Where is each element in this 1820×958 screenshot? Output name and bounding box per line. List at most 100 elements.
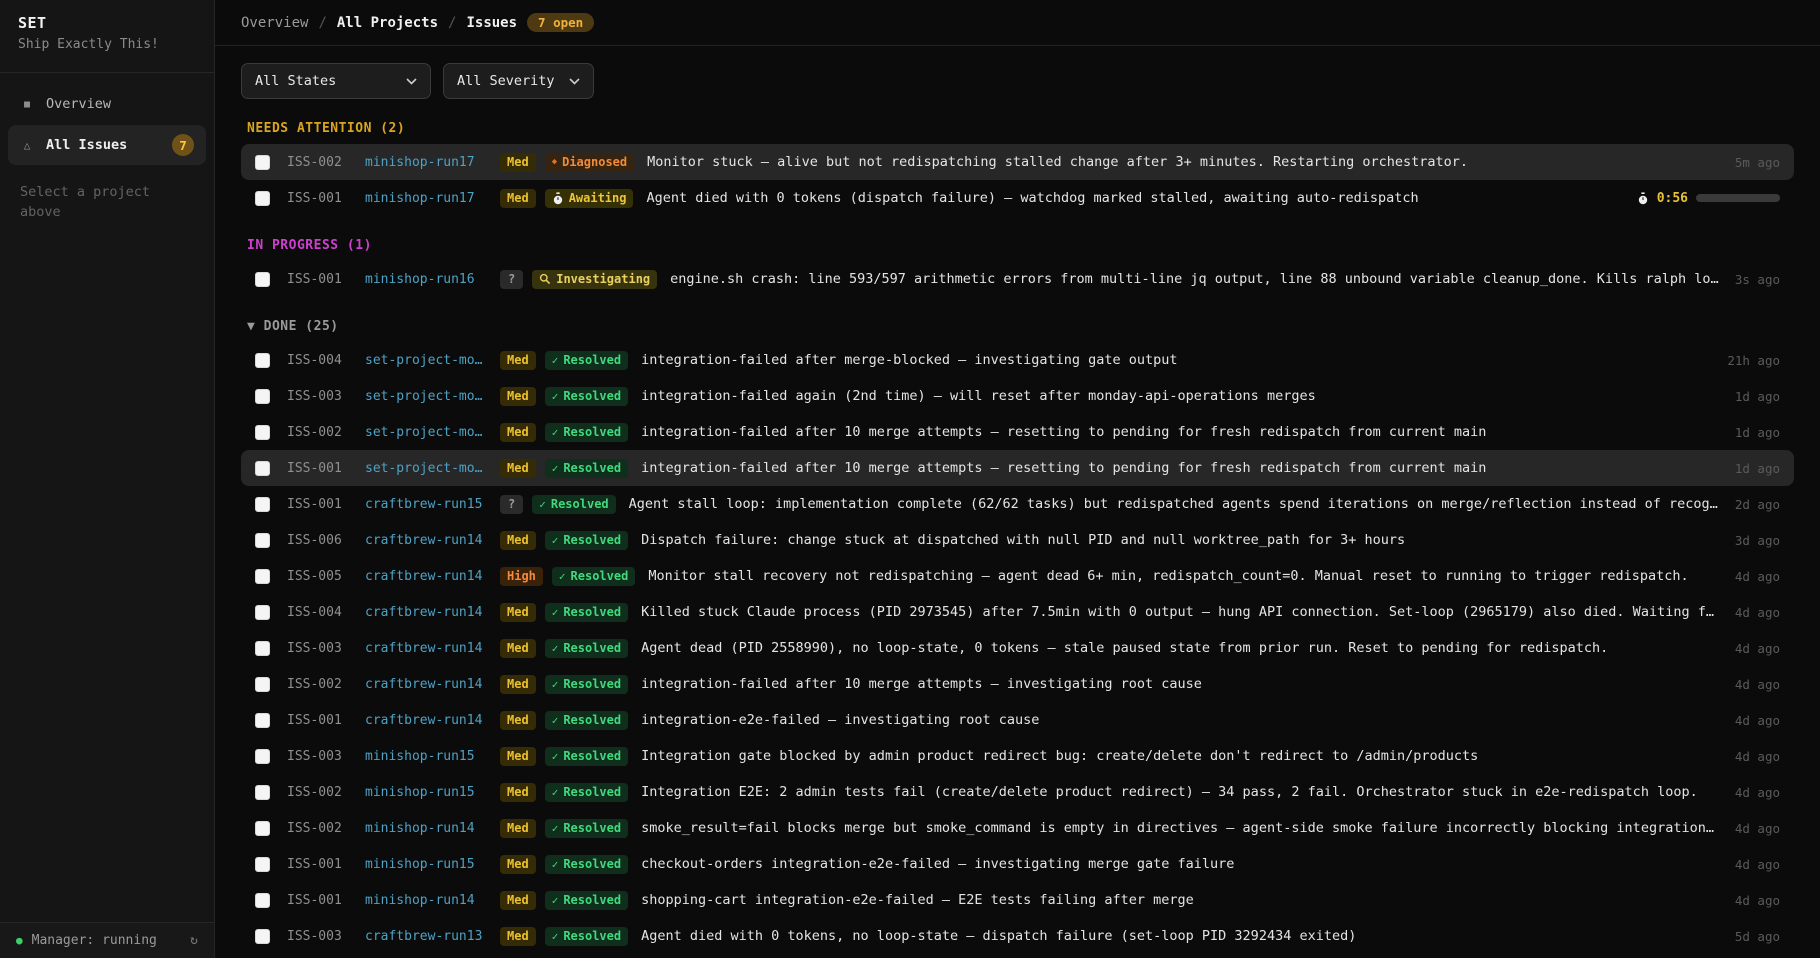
magnifier-icon xyxy=(539,273,551,285)
sidebar-item-all-issues[interactable]: △ All Issues 7 xyxy=(8,125,206,165)
issue-row[interactable]: ISS-002minishop-run14Med✓Resolvedsmoke_r… xyxy=(241,810,1794,846)
severity-filter-select[interactable]: All Severity xyxy=(443,63,594,99)
project-link[interactable]: craftbrew-run14 xyxy=(365,677,487,692)
project-link[interactable]: minishop-run17 xyxy=(365,155,487,170)
project-link[interactable]: minishop-run14 xyxy=(365,821,487,836)
issue-checkbox[interactable] xyxy=(255,497,270,512)
project-link[interactable]: craftbrew-run15 xyxy=(365,497,487,512)
issue-checkbox[interactable] xyxy=(255,461,270,476)
issue-row[interactable]: ISS-006craftbrew-run14Med✓ResolvedDispat… xyxy=(241,522,1794,558)
issue-row[interactable]: ISS-004craftbrew-run14Med✓ResolvedKilled… xyxy=(241,594,1794,630)
section-header-needs_attention: NEEDS ATTENTION (2) xyxy=(247,121,1794,136)
issue-checkbox[interactable] xyxy=(255,533,270,548)
issue-checkbox[interactable] xyxy=(255,821,270,836)
issue-checkbox[interactable] xyxy=(255,677,270,692)
issue-checkbox[interactable] xyxy=(255,857,270,872)
issue-checkbox[interactable] xyxy=(255,749,270,764)
issue-title: integration-failed after 10 merge attemp… xyxy=(641,424,1721,440)
issue-checkbox[interactable] xyxy=(255,191,270,206)
issue-title: integration-failed after 10 merge attemp… xyxy=(641,460,1721,476)
section-header-in_progress: IN PROGRESS (1) xyxy=(247,238,1794,253)
sidebar-spacer xyxy=(0,236,214,922)
section-header-done[interactable]: ▼ DONE (25) xyxy=(247,319,1794,334)
issue-row[interactable]: ISS-001set-project-mo…Med✓Resolvedintegr… xyxy=(241,450,1794,486)
project-link[interactable]: craftbrew-run14 xyxy=(365,605,487,620)
issue-row[interactable]: ISS-003set-project-mo…Med✓Resolvedintegr… xyxy=(241,378,1794,414)
project-link[interactable]: minishop-run15 xyxy=(365,785,487,800)
issue-row[interactable]: ISS-002craftbrew-run14Med✓Resolvedintegr… xyxy=(241,666,1794,702)
issue-row[interactable]: ISS-003craftbrew-run13Med✓ResolvedAgent … xyxy=(241,918,1794,954)
status-badge: ✓Resolved xyxy=(545,459,628,478)
breadcrumb-issues[interactable]: Issues xyxy=(466,15,517,31)
issue-row[interactable]: ISS-001minishop-run16?Investigatingengin… xyxy=(241,261,1794,297)
project-link[interactable]: set-project-mo… xyxy=(365,461,487,476)
check-icon: ✓ xyxy=(552,750,559,763)
project-link[interactable]: set-project-mo… xyxy=(365,389,487,404)
issue-row[interactable]: ISS-001minishop-run14Med✓Resolvedshoppin… xyxy=(241,882,1794,918)
issue-checkbox[interactable] xyxy=(255,569,270,584)
issue-id: ISS-003 xyxy=(287,749,350,764)
issue-row[interactable]: ISS-001minishop-run15Med✓Resolvedcheckou… xyxy=(241,846,1794,882)
project-link[interactable]: craftbrew-run13 xyxy=(365,929,487,944)
issue-title: shopping-cart integration-e2e-failed — E… xyxy=(641,892,1721,908)
breadcrumb-separator: / xyxy=(318,15,326,31)
project-link[interactable]: set-project-mo… xyxy=(365,353,487,368)
issue-row[interactable]: ISS-003minishop-run15Med✓ResolvedIntegra… xyxy=(241,738,1794,774)
issue-title: Agent died with 0 tokens, no loop-state … xyxy=(641,928,1721,944)
issue-row[interactable]: ISS-002set-project-mo…Med✓Resolvedintegr… xyxy=(241,414,1794,450)
project-link[interactable]: minishop-run17 xyxy=(365,191,487,206)
status-badge: ◆Diagnosed xyxy=(545,153,634,172)
project-link[interactable]: set-project-mo… xyxy=(365,425,487,440)
issue-checkbox[interactable] xyxy=(255,929,270,944)
issue-checkbox[interactable] xyxy=(255,785,270,800)
project-link[interactable]: craftbrew-run14 xyxy=(365,713,487,728)
status-badge: Investigating xyxy=(532,270,657,289)
breadcrumb-overview[interactable]: Overview xyxy=(241,15,308,31)
project-link[interactable]: minishop-run15 xyxy=(365,857,487,872)
issue-row[interactable]: ISS-002minishop-run15Med✓ResolvedIntegra… xyxy=(241,774,1794,810)
project-link[interactable]: craftbrew-run14 xyxy=(365,641,487,656)
issue-checkbox[interactable] xyxy=(255,641,270,656)
issue-row[interactable]: ISS-001minishop-run17MedAwaitingAgent di… xyxy=(241,180,1794,216)
issue-id: ISS-003 xyxy=(287,389,350,404)
severity-badge: Med xyxy=(500,531,536,550)
project-link[interactable]: minishop-run16 xyxy=(365,272,487,287)
project-link[interactable]: minishop-run15 xyxy=(365,749,487,764)
sidebar-item-overview[interactable]: ■ Overview xyxy=(8,87,206,121)
issue-checkbox[interactable] xyxy=(255,389,270,404)
status-label: Resolved xyxy=(563,425,621,439)
issue-checkbox[interactable] xyxy=(255,425,270,440)
issue-row[interactable]: ISS-002minishop-run17Med◆DiagnosedMonito… xyxy=(241,144,1794,180)
issue-checkbox[interactable] xyxy=(255,353,270,368)
issue-checkbox[interactable] xyxy=(255,155,270,170)
status-badge: ✓Resolved xyxy=(545,639,628,658)
issue-checkbox[interactable] xyxy=(255,272,270,287)
issue-row[interactable]: ISS-005craftbrew-run14High✓ResolvedMonit… xyxy=(241,558,1794,594)
project-link[interactable]: craftbrew-run14 xyxy=(365,569,487,584)
issue-title: Agent dead (PID 2558990), no loop-state,… xyxy=(641,640,1721,656)
states-filter-select[interactable]: All States xyxy=(241,63,431,99)
filter-bar: All States All Severity xyxy=(241,63,1794,99)
severity-badge: ? xyxy=(500,495,523,514)
refresh-icon[interactable]: ↻ xyxy=(190,933,198,948)
timer-progress-bar xyxy=(1696,194,1780,202)
severity-badge: Med xyxy=(500,639,536,658)
timestamp: 3d ago xyxy=(1735,533,1780,548)
timestamp: 5d ago xyxy=(1735,929,1780,944)
breadcrumb-all-projects[interactable]: All Projects xyxy=(337,15,438,31)
issue-checkbox[interactable] xyxy=(255,713,270,728)
severity-badge: Med xyxy=(500,153,536,172)
issue-checkbox[interactable] xyxy=(255,605,270,620)
project-link[interactable]: minishop-run14 xyxy=(365,893,487,908)
issue-row[interactable]: ISS-003craftbrew-run14Med✓ResolvedAgent … xyxy=(241,630,1794,666)
issue-row[interactable]: ISS-004set-project-mo…Med✓Resolvedintegr… xyxy=(241,342,1794,378)
issue-id: ISS-002 xyxy=(287,677,350,692)
issue-row[interactable]: ISS-001craftbrew-run14Med✓Resolvedintegr… xyxy=(241,702,1794,738)
sidebar-item-label: Overview xyxy=(46,96,111,112)
project-link[interactable]: craftbrew-run14 xyxy=(365,533,487,548)
issue-row[interactable]: ISS-001craftbrew-run15?✓ResolvedAgent st… xyxy=(241,486,1794,522)
issue-count-badge: 7 xyxy=(172,134,194,156)
issue-row[interactable]: ISS-002craftbrew-run13Med✓Resolvedadmin-… xyxy=(241,954,1794,958)
issue-title: smoke_result=fail blocks merge but smoke… xyxy=(641,820,1721,836)
issue-checkbox[interactable] xyxy=(255,893,270,908)
